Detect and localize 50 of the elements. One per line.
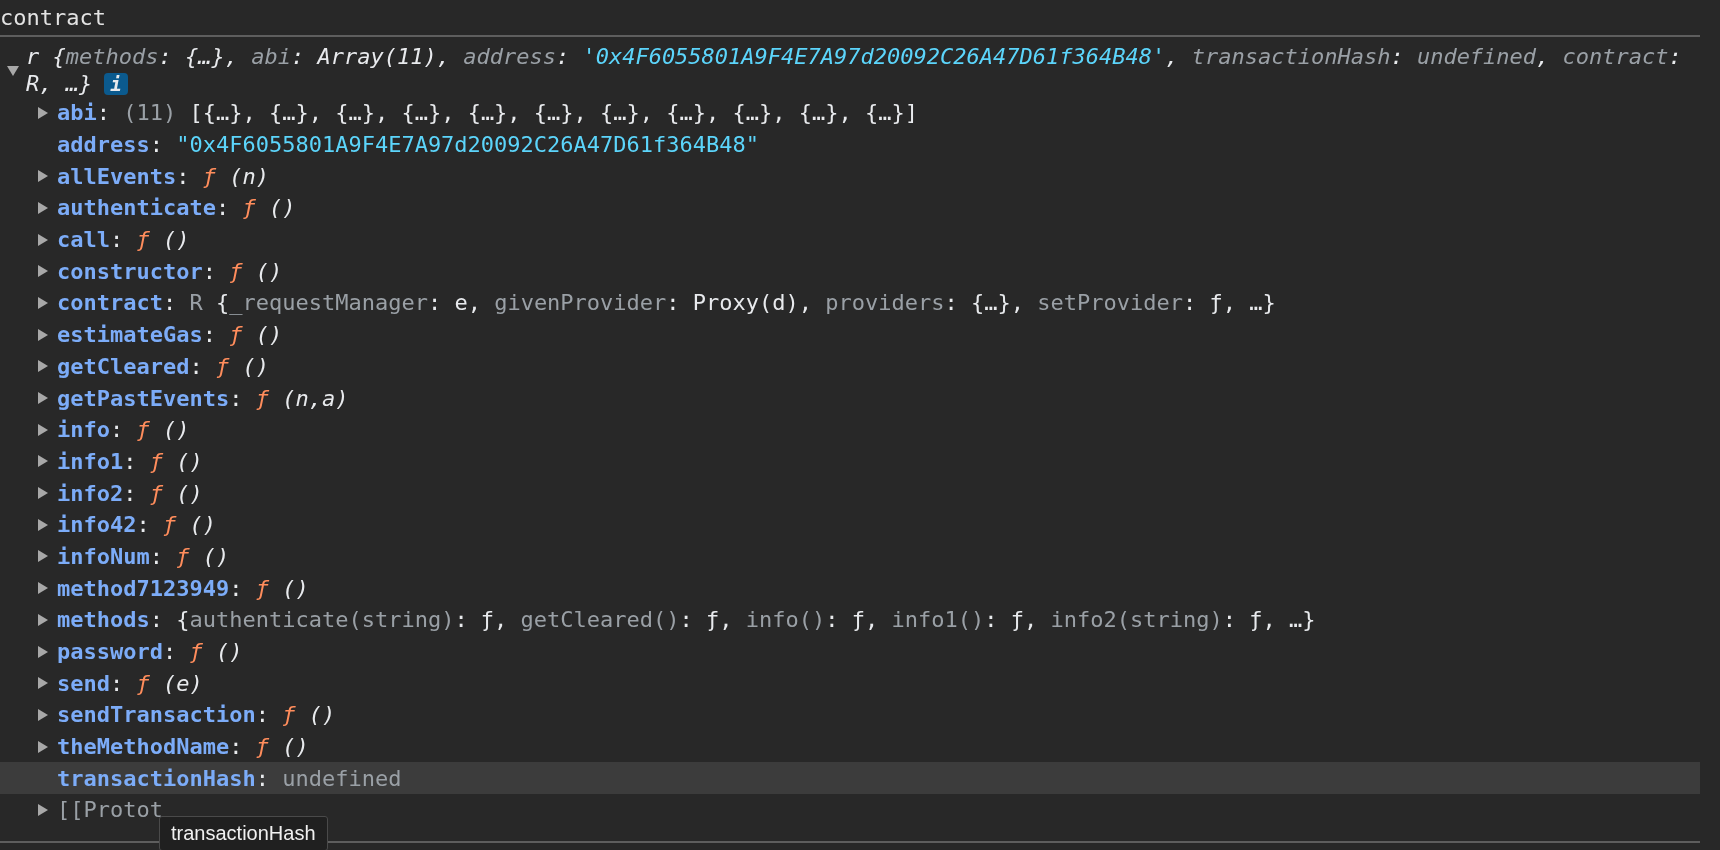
property-line[interactable]: abi: (11) [{…}, {…}, {…}, {…}, {…}, {…}, {…}, {…}, {…}, {…}, {…}] <box>57 100 918 126</box>
object-summary[interactable]: r {methods: {…}, abi: Array(11), address: '0x4F6055801A9F4E7A97d20092C26A47D61f364B48', transactionHash: undefined, contract: <box>26 43 1682 70</box>
expand-arrow-icon[interactable] <box>36 359 49 374</box>
property-line[interactable]: sendTransaction: ƒ () <box>57 702 336 728</box>
property-line[interactable]: constructor: ƒ () <box>57 258 283 284</box>
property-line[interactable]: contract: R {_requestManager: e, givenProvider: Proxy(d), providers: {…}, setProvider: ƒ, …} <box>57 290 1276 316</box>
expression-text: contract <box>0 5 106 30</box>
expand-arrow-icon[interactable] <box>36 486 49 501</box>
property-line[interactable]: theMethodName: ƒ () <box>57 734 309 760</box>
property-line[interactable]: info1: ƒ () <box>57 448 203 474</box>
property-line[interactable]: send: ƒ (e) <box>57 670 203 696</box>
property-line[interactable]: estimateGas: ƒ () <box>57 322 283 348</box>
property-line[interactable]: transactionHash: undefined <box>57 765 402 791</box>
expand-arrow-icon[interactable] <box>36 612 49 627</box>
property-line[interactable]: allEvents: ƒ (n) <box>57 163 269 189</box>
property-line[interactable]: infoNum: ƒ () <box>57 543 230 569</box>
property-line[interactable]: password: ƒ () <box>57 639 243 665</box>
collapse-arrow-icon[interactable] <box>7 63 19 77</box>
property-line[interactable]: call: ƒ () <box>57 227 190 253</box>
expand-arrow-icon[interactable] <box>36 676 49 691</box>
expand-arrow-icon[interactable] <box>36 802 49 817</box>
expand-arrow-icon[interactable] <box>36 454 49 469</box>
property-line[interactable]: info: ƒ () <box>57 417 190 443</box>
info-badge[interactable]: i <box>104 72 128 95</box>
expand-arrow-icon[interactable] <box>36 169 49 184</box>
object-summary[interactable]: R, …} <box>26 70 93 97</box>
expand-arrow-icon[interactable] <box>36 644 49 659</box>
property-line[interactable]: authenticate: ƒ () <box>57 195 296 221</box>
property-line[interactable]: getCleared: ƒ () <box>57 353 269 379</box>
expand-arrow-icon[interactable] <box>36 581 49 596</box>
expand-arrow-icon[interactable] <box>36 295 49 310</box>
property-line[interactable]: info42: ƒ () <box>57 512 216 538</box>
expand-arrow-icon[interactable] <box>36 707 49 722</box>
expand-arrow-icon[interactable] <box>36 739 49 754</box>
expand-arrow-icon[interactable] <box>36 549 49 564</box>
property-line[interactable]: info2: ƒ () <box>57 480 203 506</box>
property-line[interactable]: address: "0x4F6055801A9F4E7A97d20092C26A47D61f364B48" <box>57 132 759 158</box>
property-line[interactable]: getPastEvents: ƒ (n,a) <box>57 385 349 411</box>
property-line[interactable]: methods: {authenticate(string): ƒ, getCleared(): ƒ, info(): ƒ, info1(): ƒ, info2(string): ƒ, …} <box>57 607 1316 633</box>
expand-arrow-icon[interactable] <box>36 422 49 437</box>
expand-arrow-icon[interactable] <box>36 200 49 215</box>
property-line[interactable]: method7123949: ƒ () <box>57 575 309 601</box>
expand-arrow-icon[interactable] <box>36 517 49 532</box>
expand-arrow-icon[interactable] <box>36 391 49 406</box>
tooltip: transactionHash <box>159 816 328 850</box>
expand-arrow-icon[interactable] <box>36 327 49 342</box>
expand-arrow-icon[interactable] <box>36 232 49 247</box>
highlighted-row[interactable]: transactionHash: undefined <box>0 762 1700 795</box>
expand-arrow-icon[interactable] <box>36 264 49 279</box>
expand-arrow-icon[interactable] <box>36 105 49 120</box>
